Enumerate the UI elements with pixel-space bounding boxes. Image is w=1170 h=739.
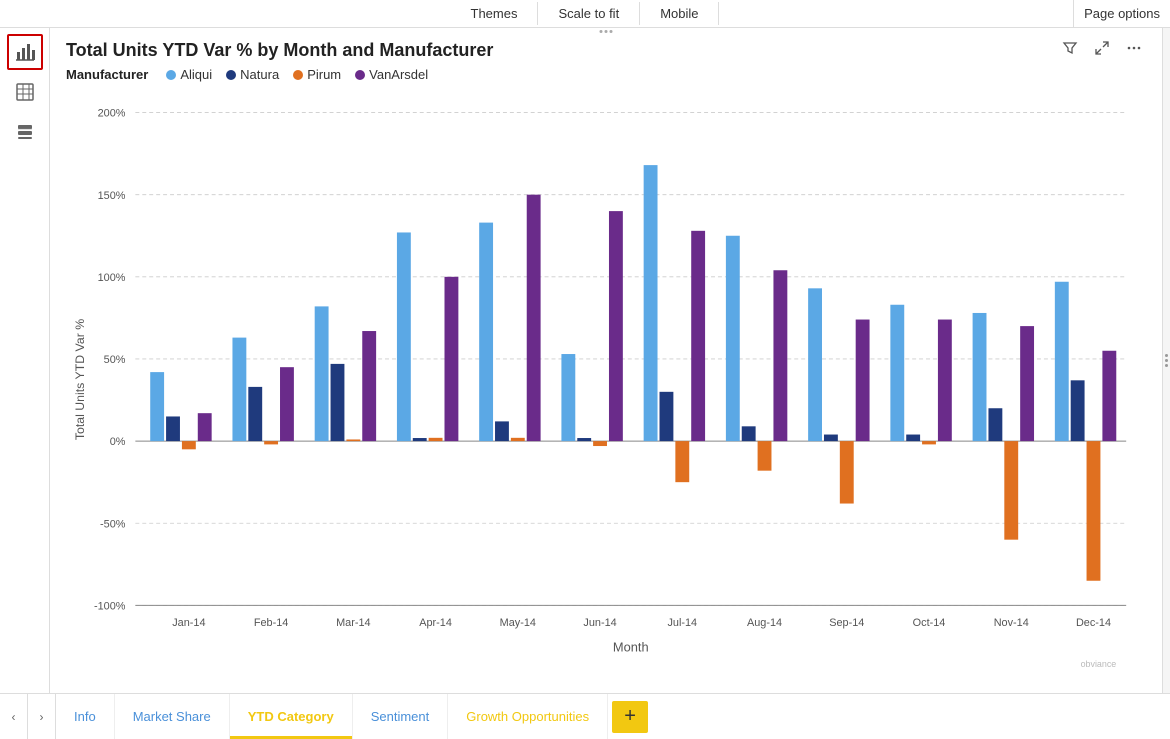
sidebar-layers[interactable]	[7, 114, 43, 150]
chart-svg: Total Units YTD Var % 200% 150% 100% 50%…	[66, 92, 1146, 667]
scale-to-fit-button[interactable]: Scale to fit	[538, 2, 640, 25]
svg-text:Month: Month	[613, 639, 649, 654]
tab-market-share-label: Market Share	[133, 709, 211, 724]
legend-label: Manufacturer	[66, 67, 148, 82]
top-toolbar: Themes Scale to fit Mobile Page options	[0, 0, 1170, 28]
sidebar-bar-chart[interactable]	[7, 34, 43, 70]
svg-text:Sep-14: Sep-14	[829, 617, 864, 629]
pirum-dot	[293, 70, 303, 80]
tab-growth-opportunities[interactable]: Growth Opportunities	[448, 694, 608, 739]
svg-text:50%: 50%	[104, 354, 126, 366]
svg-text:Aug-14: Aug-14	[747, 617, 782, 629]
natura-label: Natura	[240, 67, 279, 82]
svg-text:100%: 100%	[98, 272, 126, 284]
svg-text:Dec-14: Dec-14	[1076, 617, 1111, 629]
bar-group-mar: Mar-14	[315, 306, 376, 629]
tab-sentiment[interactable]: Sentiment	[353, 694, 449, 739]
bar-group-sep: Sep-14	[808, 288, 869, 629]
tab-ytd-label: YTD Category	[248, 709, 334, 724]
tab-prev-button[interactable]: ‹	[0, 694, 28, 739]
svg-text:Mar-14: Mar-14	[336, 617, 370, 629]
main-layout: Total Units YTD Var % by Month and Manuf…	[0, 28, 1170, 693]
legend-pirum: Pirum	[293, 67, 341, 82]
svg-text:200%: 200%	[98, 107, 126, 119]
svg-text:-100%: -100%	[94, 600, 126, 612]
bar-group-apr: Apr-14	[397, 232, 458, 629]
vanarsdel-dot	[355, 70, 365, 80]
svg-text:Jun-14: Jun-14	[583, 617, 616, 629]
tab-info[interactable]: Info	[56, 694, 115, 739]
bar-group-jun: Jun-14	[561, 211, 622, 629]
svg-text:Total Units YTD Var %: Total Units YTD Var %	[73, 319, 87, 441]
filter-icon[interactable]	[1058, 36, 1082, 60]
tab-ytd-category[interactable]: YTD Category	[230, 694, 353, 739]
more-options-icon[interactable]	[1122, 36, 1146, 60]
chart-area: Total Units YTD Var % by Month and Manuf…	[50, 28, 1162, 693]
svg-text:Jul-14: Jul-14	[667, 617, 697, 629]
legend-vanarsdel: VanArsdel	[355, 67, 428, 82]
svg-text:obviance: obviance	[1081, 659, 1117, 667]
drag-handle[interactable]	[598, 28, 615, 35]
svg-text:Oct-14: Oct-14	[913, 617, 946, 629]
chart-container: Total Units YTD Var % 200% 150% 100% 50%…	[66, 92, 1146, 667]
svg-text:-50%: -50%	[100, 518, 126, 530]
svg-text:150%: 150%	[98, 190, 126, 202]
bar-group-feb: Feb-14	[232, 338, 293, 629]
bar-group-jan: Jan-14	[150, 372, 211, 629]
tab-sentiment-label: Sentiment	[371, 709, 430, 724]
bar-group-nov: Nov-14	[973, 313, 1034, 629]
handle-dots	[1165, 354, 1168, 367]
tab-info-label: Info	[74, 709, 96, 724]
tab-market-share[interactable]: Market Share	[115, 694, 230, 739]
bar-group-aug: Aug-14	[726, 236, 787, 629]
chart-legend: Manufacturer Aliqui Natura Pirum VanArsd…	[66, 67, 1146, 82]
bottom-tabs: ‹ › Info Market Share YTD Category Senti…	[0, 693, 1170, 739]
svg-text:0%: 0%	[110, 436, 126, 448]
chart-title: Total Units YTD Var % by Month and Manuf…	[66, 40, 1146, 61]
add-tab-button[interactable]: +	[612, 701, 648, 733]
legend-natura: Natura	[226, 67, 279, 82]
bar-group-dec: Dec-14	[1055, 282, 1116, 629]
svg-text:May-14: May-14	[500, 617, 536, 629]
right-resize-handle[interactable]	[1162, 28, 1170, 693]
legend-aliqui: Aliqui	[166, 67, 212, 82]
tab-growth-label: Growth Opportunities	[466, 709, 589, 724]
page-options-label[interactable]: Page options	[1084, 6, 1160, 21]
natura-dot	[226, 70, 236, 80]
chart-top-icons	[1058, 36, 1146, 60]
vanarsdel-label: VanArsdel	[369, 67, 428, 82]
svg-text:Apr-14: Apr-14	[419, 617, 452, 629]
pirum-label: Pirum	[307, 67, 341, 82]
mobile-button[interactable]: Mobile	[640, 2, 719, 25]
sidebar-table[interactable]	[7, 74, 43, 110]
aliqui-label: Aliqui	[180, 67, 212, 82]
bar-group-jul: Jul-14	[644, 165, 705, 629]
svg-text:Jan-14: Jan-14	[172, 617, 205, 629]
bar-group-oct: Oct-14	[890, 305, 951, 629]
expand-icon[interactable]	[1090, 36, 1114, 60]
tab-next-button[interactable]: ›	[28, 694, 56, 739]
svg-text:Nov-14: Nov-14	[994, 617, 1029, 629]
themes-button[interactable]: Themes	[451, 2, 539, 25]
aliqui-dot	[166, 70, 176, 80]
bar-group-may: May-14	[479, 195, 540, 629]
svg-text:Feb-14: Feb-14	[254, 617, 288, 629]
left-sidebar	[0, 28, 50, 693]
